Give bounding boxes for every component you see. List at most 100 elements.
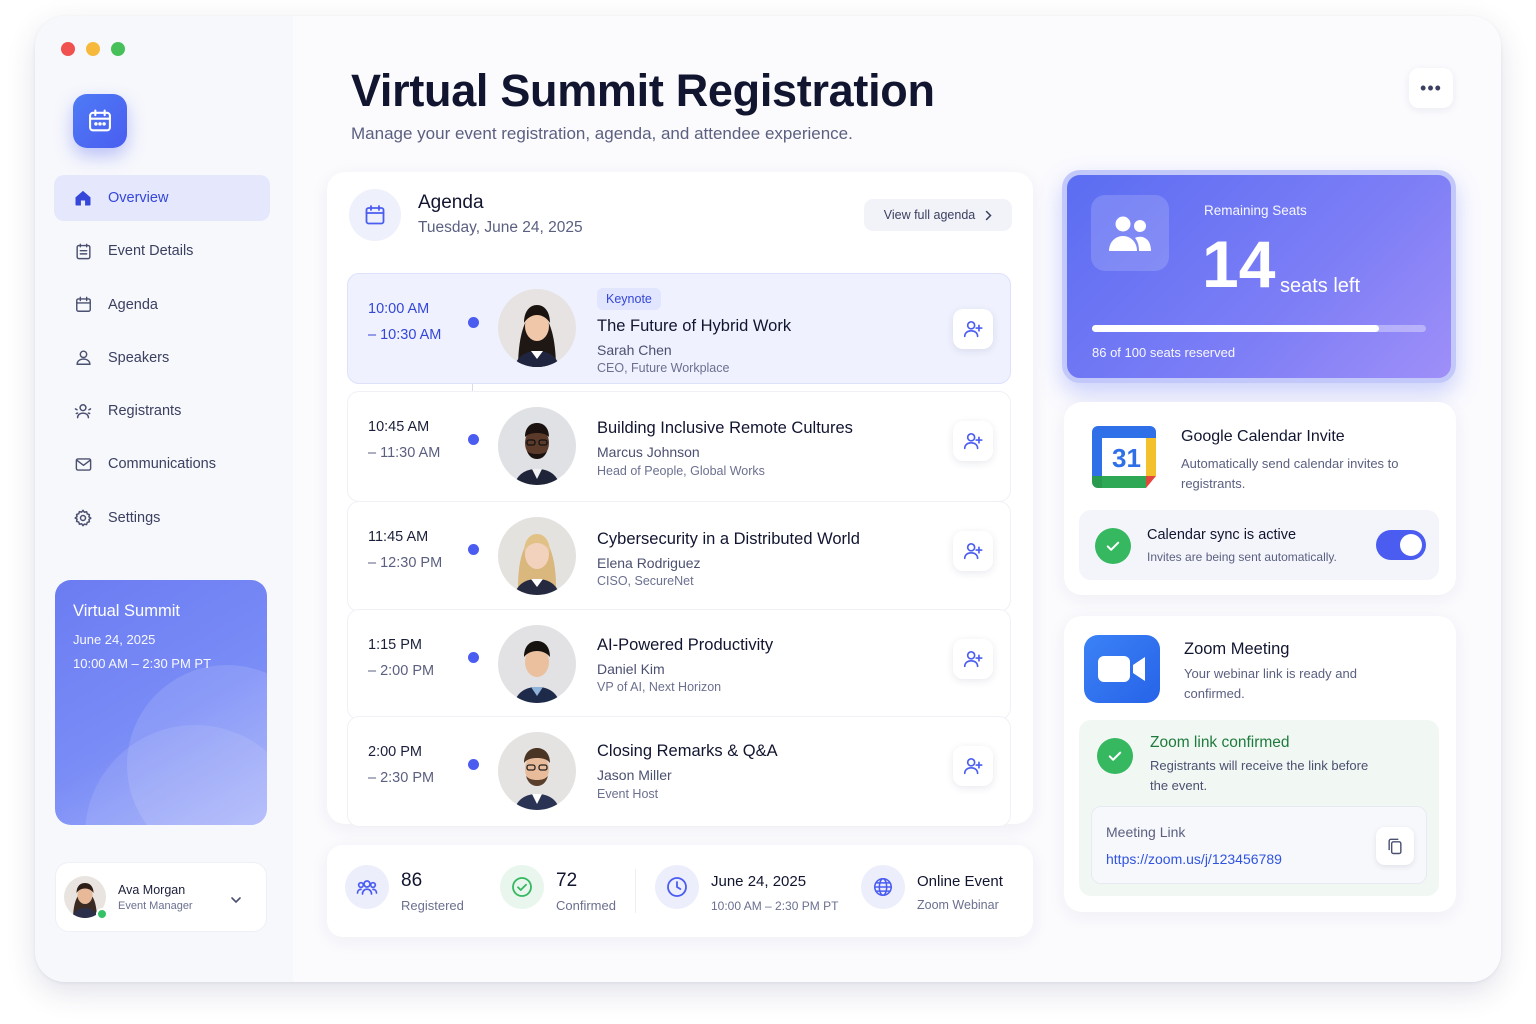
users-icon	[73, 401, 93, 421]
sidebar-item-label: Event Details	[108, 243, 194, 260]
session-end-time: – 2:30 PM	[368, 770, 435, 786]
registered-count: 86	[401, 870, 423, 891]
seats-label: Remaining Seats	[1204, 203, 1307, 218]
chevron-down-icon[interactable]	[230, 891, 242, 909]
session-start-time: 10:00 AM	[368, 301, 430, 317]
speaker-name: Sarah Chen	[597, 342, 672, 358]
add-attendee-button[interactable]	[953, 639, 993, 679]
google-calendar-logo: 31	[1092, 426, 1156, 488]
agenda-title: Agenda	[418, 192, 484, 213]
session-title: Building Inclusive Remote Cultures	[597, 419, 853, 437]
session-title: Closing Remarks & Q&A	[597, 742, 778, 760]
avatar	[64, 876, 108, 920]
app-logo[interactable]	[73, 94, 127, 148]
page-title: Virtual Summit Registration	[351, 65, 935, 116]
more-options-button[interactable]: •••	[1409, 68, 1453, 108]
timeline-dot	[468, 317, 479, 328]
agenda-session[interactable]: 10:45 AM – 11:30 AM Building Inclusive R…	[347, 391, 1011, 502]
video-camera-icon	[1084, 635, 1160, 703]
timeline-dot	[468, 434, 479, 445]
speaker-role: Event Host	[597, 787, 659, 801]
user-profile-card[interactable]: Ava Morgan Event Manager	[55, 862, 267, 932]
seats-reserved-text: 86 of 100 seats reserved	[1092, 345, 1236, 360]
speaker-photo	[498, 517, 576, 595]
view-full-agenda-button[interactable]: View full agenda	[864, 199, 1012, 231]
calendar-icon	[73, 295, 93, 315]
toggle-knob	[1400, 534, 1422, 556]
main-content: Virtual Summit Registration Manage your …	[293, 16, 1501, 982]
seats-remaining-count: 14	[1202, 227, 1276, 301]
zoom-description: Your webinar link is ready and confirmed…	[1184, 666, 1357, 701]
sidebar-item-communications[interactable]: Communications	[54, 441, 270, 487]
sidebar-item-label: Communications	[108, 456, 216, 473]
speaker-photo	[498, 407, 576, 485]
sidebar: Overview Event Details Agenda Speakers R…	[35, 16, 293, 982]
meeting-link-url[interactable]: https://zoom.us/j/123456789	[1106, 851, 1282, 867]
speaker-role: Head of People, Global Works	[597, 464, 765, 478]
sidebar-item-label: Overview	[108, 190, 169, 206]
event-promo-card[interactable]: Virtual Summit June 24, 2025 10:00 AM – …	[55, 580, 267, 825]
calendar-icon	[349, 189, 401, 241]
zoom-title: Zoom Meeting	[1184, 640, 1290, 658]
gear-icon	[73, 508, 93, 528]
sidebar-item-label: Registrants	[108, 403, 182, 420]
globe-icon	[861, 865, 905, 909]
confirmed-stat: 72 Confirmed	[500, 865, 616, 913]
confirmed-count: 72	[556, 870, 578, 891]
session-title: The Future of Hybrid Work	[597, 317, 792, 335]
schedule-stat: June 24, 2025 10:00 AM – 2:30 PM PT	[655, 865, 838, 913]
speaker-role: CEO, Future Workplace	[597, 361, 730, 375]
add-attendee-button[interactable]	[953, 421, 993, 461]
registered-stat: 86 Registered	[345, 865, 464, 913]
add-attendee-button[interactable]	[953, 746, 993, 786]
promo-time: 10:00 AM – 2:30 PM PT	[73, 656, 212, 671]
agenda-session[interactable]: 1:15 PM – 2:00 PM AI-Powered Productivit…	[347, 609, 1011, 720]
remaining-seats-card: Remaining Seats 14 seats left 86 of 100 …	[1062, 170, 1456, 383]
session-title: AI-Powered Productivity	[597, 636, 774, 654]
add-attendee-button[interactable]	[953, 531, 993, 571]
sidebar-item-speakers[interactable]: Speakers	[54, 335, 270, 381]
agenda-session[interactable]: 11:45 AM – 12:30 PM Cybersecurity in a D…	[347, 501, 1011, 612]
meeting-link-label: Meeting Link	[1106, 824, 1186, 840]
session-end-time: – 11:30 AM	[368, 445, 441, 461]
speaker-role: CISO, SecureNet	[597, 574, 694, 588]
check-icon	[1095, 528, 1131, 564]
agenda-session[interactable]: 2:00 PM – 2:30 PM Closing Remarks & Q&A …	[347, 716, 1011, 827]
sidebar-item-agenda[interactable]: Agenda	[54, 282, 270, 328]
user-plus-icon	[963, 433, 983, 450]
speaker-name: Elena Rodriguez	[597, 555, 701, 571]
event-time: 10:00 AM – 2:30 PM PT	[711, 899, 839, 913]
sidebar-item-registrants[interactable]: Registrants	[54, 388, 270, 434]
check-circle-icon	[500, 865, 544, 909]
session-start-time: 11:45 AM	[368, 529, 429, 545]
add-attendee-button[interactable]	[953, 309, 993, 349]
confirmed-label: Confirmed	[556, 898, 616, 913]
timeline-dot	[468, 759, 479, 770]
zoom-confirmed-title: Zoom link confirmed	[1150, 734, 1290, 751]
meeting-link-box: Meeting Link https://zoom.us/j/123456789	[1091, 806, 1427, 884]
google-calendar-card: 31 Google Calendar Invite Automatically …	[1064, 402, 1456, 595]
timeline-dot	[468, 652, 479, 663]
sidebar-item-event-details[interactable]: Event Details	[54, 228, 270, 274]
speaker-photo	[498, 625, 576, 703]
sidebar-item-overview[interactable]: Overview	[54, 175, 270, 221]
app-window: Overview Event Details Agenda Speakers R…	[35, 16, 1501, 982]
user-plus-icon	[963, 321, 983, 338]
home-icon	[73, 188, 93, 208]
calendar-sync-status: Calendar sync is active Invites are bein…	[1079, 510, 1439, 580]
check-icon	[1097, 738, 1133, 774]
sync-status-subtitle: Invites are being sent automatically.	[1147, 550, 1337, 564]
session-badge: Keynote	[597, 288, 661, 310]
copy-link-button[interactable]	[1376, 827, 1414, 865]
page-subtitle: Manage your event registration, agenda, …	[351, 124, 853, 143]
session-end-time: – 2:00 PM	[368, 663, 435, 679]
mail-icon	[73, 454, 93, 474]
view-full-agenda-label: View full agenda	[883, 208, 976, 222]
session-end-time: – 10:30 AM	[368, 327, 442, 343]
calendar-sync-toggle[interactable]	[1376, 530, 1426, 560]
speaker-photo	[498, 732, 576, 810]
sidebar-item-settings[interactable]: Settings	[54, 495, 270, 541]
zoom-confirmed-description: Registrants will receive the link before…	[1150, 758, 1369, 793]
agenda-session[interactable]: 10:00 AM – 10:30 AM Keynote The Future o…	[347, 273, 1011, 384]
clipboard-icon	[73, 241, 93, 261]
